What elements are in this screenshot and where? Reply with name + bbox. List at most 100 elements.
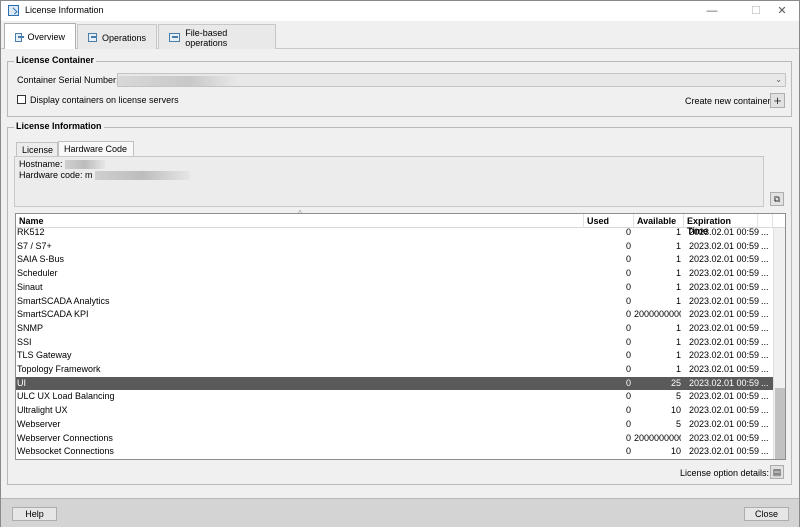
cell-expiration: 2023.02.01 00:59 <box>689 350 759 361</box>
cell-available: 2000000000 <box>634 432 681 443</box>
table-row[interactable]: SmartSCADA Analytics 0 1 2023.02.01 00:59..… <box>16 295 773 309</box>
hardware-code-label: Hardware code: m <box>19 170 93 180</box>
cell-more[interactable]: ... <box>761 404 771 418</box>
close-button[interactable]: Close <box>744 507 789 521</box>
table-scrollbar[interactable] <box>773 228 785 459</box>
cell-name: S7 / S7+ <box>17 240 52 251</box>
cell-name: SmartSCADA KPI <box>17 309 89 320</box>
cell-expiration: 2023.02.01 00:59 <box>689 227 759 237</box>
cell-expiration: 2023.02.01 00:59 <box>689 446 759 457</box>
table-row[interactable]: UI 0 25 2023.02.01 00:59... <box>16 376 773 391</box>
cell-more[interactable]: ... <box>761 295 771 309</box>
hostname-label: Hostname: <box>19 159 63 169</box>
cell-expiration: 2023.02.01 00:59 <box>689 364 759 374</box>
table-row[interactable]: SSI 0 1 2023.02.01 00:59... <box>16 336 773 350</box>
cell-name: SAIA S-Bus <box>17 254 65 265</box>
table-row[interactable]: SmartSCADA KPI 0 2000000000 2023.02.01 00:5… <box>16 308 773 322</box>
table-row[interactable]: TLS Gateway 0 1 2023.02.01 00:59... <box>16 349 773 363</box>
cell-available: 5 <box>675 391 681 402</box>
scrollbar-thumb[interactable] <box>775 388 785 459</box>
cell-name: Websocket Connections <box>17 446 114 457</box>
cell-available: 1 <box>675 227 681 237</box>
cell-expiration: 2023.02.01 00:59 <box>689 254 759 265</box>
cell-expiration: 2023.02.01 00:59 <box>689 432 759 443</box>
table-row[interactable]: Websocket Connections 0 10 2023.02.01 00:59… <box>16 445 773 459</box>
close-window-button[interactable]: ✕ <box>765 1 799 21</box>
cell-more[interactable]: ... <box>761 363 771 377</box>
cell-more[interactable]: ... <box>761 432 771 446</box>
file-operations-icon <box>169 33 181 42</box>
cell-more[interactable]: ... <box>761 377 771 391</box>
cell-more[interactable]: ... <box>761 445 771 459</box>
cell-available: 1 <box>675 364 681 374</box>
container-serial-select[interactable]: ⌄ <box>117 73 786 87</box>
tab-file-based-operations-label: File-based operations <box>185 27 228 48</box>
subtab-hardware-code[interactable]: Hardware Code <box>58 141 134 156</box>
hostname-value <box>65 160 106 170</box>
table-row[interactable]: Sinaut 0 1 2023.02.01 00:59... <box>16 281 773 295</box>
cell-name: ULC UX Load Balancing <box>17 391 115 402</box>
help-button[interactable]: Help <box>12 507 57 521</box>
copy-hardware-code-button[interactable]: ⧉ <box>770 192 784 206</box>
table-row[interactable]: Topology Framework 0 1 2023.02.01 00:59... <box>16 363 773 377</box>
tab-operations[interactable]: Operations <box>77 24 157 50</box>
cell-used: 0 <box>625 418 631 429</box>
table-row[interactable]: S7 / S7+ 0 1 2023.02.01 00:59... <box>16 240 773 254</box>
cell-expiration: 2023.02.01 00:59 <box>689 405 759 416</box>
cell-used: 0 <box>625 268 631 279</box>
container-serial-label: Container Serial Number: <box>17 75 119 85</box>
tab-overview[interactable]: Overview <box>4 23 76 50</box>
cell-expiration: 2023.02.01 00:59 <box>689 240 759 251</box>
overview-icon <box>15 32 25 42</box>
cell-more[interactable]: ... <box>761 308 771 322</box>
cell-more[interactable]: ... <box>761 390 771 404</box>
details-icon: ▤ <box>772 466 782 477</box>
chevron-down-icon: ⌄ <box>775 75 782 84</box>
minimize-button[interactable]: — <box>695 1 729 21</box>
cell-available: 1 <box>675 268 681 279</box>
table-row[interactable]: SAIA S-Bus 0 1 2023.02.01 00:59... <box>16 253 773 267</box>
table-row[interactable]: Scheduler 0 1 2023.02.01 00:59... <box>16 267 773 281</box>
cell-used: 0 <box>625 391 631 402</box>
cell-more[interactable]: ... <box>761 240 771 254</box>
create-container-label: Create new container: <box>685 96 774 106</box>
footer-bar: Help Close <box>1 498 799 527</box>
tab-file-based-operations[interactable]: File-based operations <box>158 24 276 50</box>
display-containers-checkbox[interactable] <box>17 95 26 104</box>
cell-available: 1 <box>675 350 681 361</box>
table-row[interactable]: Webserver Connections 0 2000000000 2023.02.… <box>16 432 773 446</box>
cell-more[interactable]: ... <box>761 267 771 281</box>
create-container-button[interactable]: + <box>770 93 785 108</box>
table-row[interactable]: Webserver 0 5 2023.02.01 00:59... <box>16 418 773 432</box>
cell-name: Ultralight UX <box>17 405 68 416</box>
cell-available: 1 <box>675 254 681 265</box>
cell-name: RK512 <box>17 227 45 237</box>
cell-more[interactable]: ... <box>761 349 771 363</box>
cell-more[interactable]: ... <box>761 281 771 295</box>
cell-more[interactable]: ... <box>761 226 771 240</box>
cell-more[interactable]: ... <box>761 253 771 267</box>
cell-more[interactable]: ... <box>761 336 771 350</box>
table-row[interactable]: Ultralight UX 0 10 2023.02.01 00:59... <box>16 404 773 418</box>
cell-used: 0 <box>625 227 631 237</box>
cell-available: 25 <box>670 377 681 388</box>
cell-expiration: 2023.02.01 00:59 <box>689 295 759 306</box>
license-container-group: License Container Container Serial Numbe… <box>7 55 792 117</box>
table-row[interactable]: RK512 0 1 2023.02.01 00:59... <box>16 226 773 240</box>
table-row[interactable]: ULC UX Load Balancing 0 5 2023.02.01 00:59.… <box>16 390 773 404</box>
plus-icon: + <box>773 93 782 108</box>
cell-used: 0 <box>625 295 631 306</box>
container-serial-value <box>118 76 238 86</box>
cell-more[interactable]: ... <box>761 418 771 432</box>
cell-used: 0 <box>625 377 631 388</box>
subtab-license[interactable]: License <box>16 142 58 156</box>
hostname-row: Hostname: <box>19 159 106 170</box>
license-option-details-button[interactable]: ▤ <box>770 465 784 479</box>
hardware-code-value <box>95 171 191 181</box>
cell-used: 0 <box>625 405 631 416</box>
table-row[interactable]: SNMP 0 1 2023.02.01 00:59... <box>16 322 773 336</box>
display-containers-label: Display containers on license servers <box>30 95 179 105</box>
overview-panel: License Container Container Serial Numbe… <box>1 49 799 497</box>
cell-more[interactable]: ... <box>761 322 771 336</box>
cell-expiration: 2023.02.01 00:59 <box>689 309 759 320</box>
